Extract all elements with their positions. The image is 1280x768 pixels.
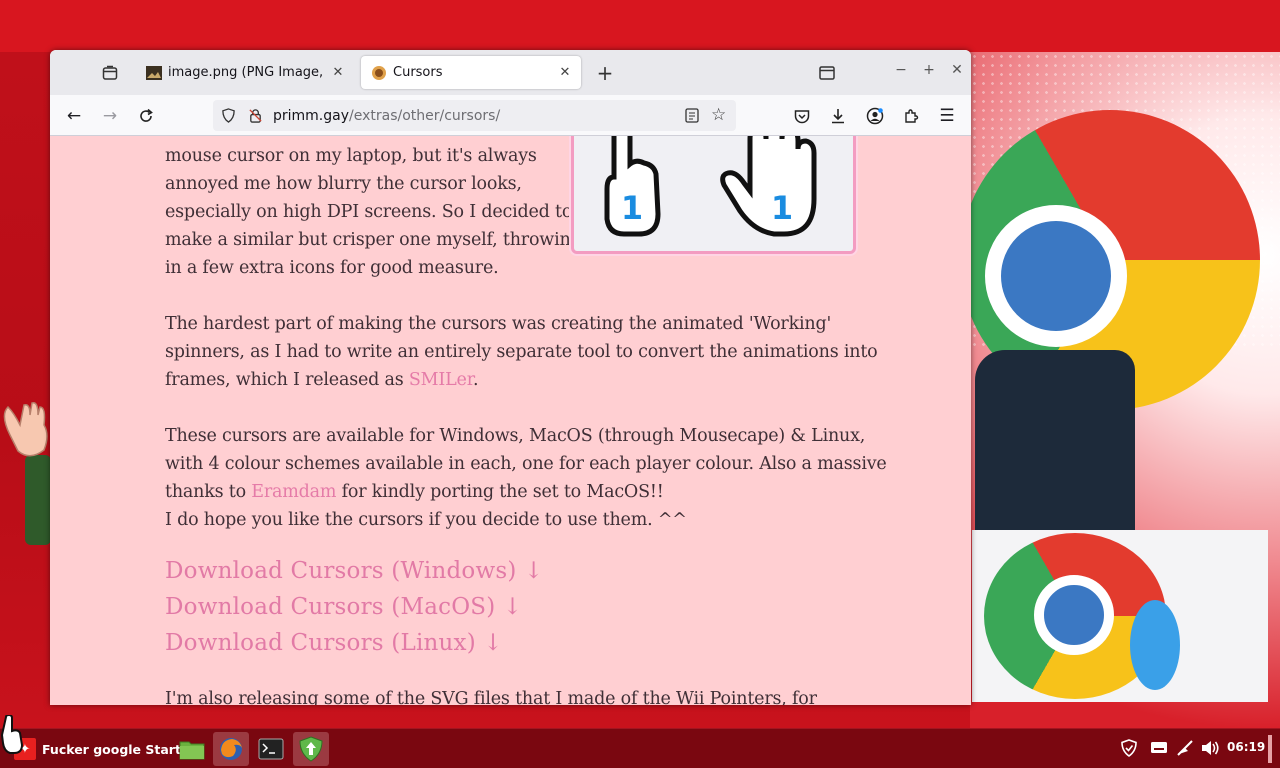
open-hand-cursor-icon: 1 <box>720 136 817 237</box>
intro-paragraph: mouse cursor on my laptop, but it's alwa… <box>165 142 582 282</box>
downloads-icon[interactable] <box>826 104 850 128</box>
download-windows-link[interactable]: Download Cursors (Windows) ↓ <box>165 558 544 584</box>
download-macos-link[interactable]: Download Cursors (MacOS) ↓ <box>165 594 522 620</box>
pocket-icon[interactable] <box>790 104 814 128</box>
extensions-icon[interactable] <box>899 104 923 128</box>
close-window-icon[interactable]: ✕ <box>948 62 966 78</box>
maximize-icon[interactable]: + <box>920 62 938 78</box>
url-host: primm.gay <box>273 107 350 124</box>
volume-icon[interactable] <box>1200 739 1220 761</box>
taskbar-firefox[interactable] <box>213 732 249 766</box>
network-tray-icon[interactable] <box>1176 739 1194 761</box>
paragraph-line: with 4 colour schemes available in each,… <box>165 454 887 474</box>
text-segment: thanks to <box>165 482 252 502</box>
image-favicon-icon <box>146 65 162 80</box>
intro-line: in a few extra icons for good measure. <box>165 258 499 278</box>
update-shield-icon <box>299 736 323 762</box>
navigation-toolbar: ← → primm.gay/extras/other/cursors/ ☆ ☰ <box>50 95 971 136</box>
text-segment: . <box>472 370 479 390</box>
cursors-favicon-icon <box>372 65 386 80</box>
wallpaper-figure-body <box>975 350 1135 530</box>
wallpaper-top-band <box>0 0 1280 52</box>
paragraph-line: The hardest part of making the cursors w… <box>165 314 832 334</box>
firefox-view-icon[interactable] <box>99 62 121 84</box>
tab-title: Cursors <box>393 65 443 80</box>
paragraph-line: spinners, as I had to write an entirely … <box>165 342 878 362</box>
mouse-pointer-icon <box>0 715 24 754</box>
tab-image-png[interactable]: image.png (PNG Image, 102 ✕ <box>136 56 354 89</box>
download-linux-link[interactable]: Download Cursors (Linux) ↓ <box>165 630 503 656</box>
pointing-hand-cursor-icon: 1 <box>604 136 661 237</box>
minimize-icon[interactable]: − <box>892 62 910 78</box>
paragraph-line: frames, which I released as SMILer. <box>165 366 877 394</box>
text-segment: for kindly porting the set to MacOS!! <box>336 482 664 502</box>
url-bar[interactable]: primm.gay/extras/other/cursors/ ☆ <box>213 100 736 131</box>
start-button[interactable]: ✦ Fucker google Start <box>14 733 181 765</box>
taskbar-update-manager[interactable] <box>293 732 329 766</box>
shield-icon[interactable] <box>221 108 236 123</box>
availability-paragraph: These cursors are available for Windows,… <box>165 422 887 534</box>
security-tray-icon[interactable] <box>1120 739 1138 761</box>
folder-icon <box>179 741 205 760</box>
show-desktop-button[interactable] <box>1268 735 1272 763</box>
wii-hand-cursors-icon: 1 1 <box>604 136 817 237</box>
eramdam-link[interactable]: Eramdam <box>251 482 336 502</box>
tab-title: image.png (PNG Image, 102 <box>168 65 328 80</box>
wallpaper-hand-icon <box>3 402 48 457</box>
account-icon[interactable] <box>863 104 887 128</box>
new-tab-icon[interactable]: + <box>594 61 616 85</box>
keyboard-tray-icon[interactable] <box>1150 739 1168 759</box>
intro-line: mouse cursor on my laptop, but it's alwa… <box>165 146 537 166</box>
url-path: /extras/other/cursors/ <box>349 107 501 124</box>
browser-window: image.png (PNG Image, 102 ✕ Cursors ✕ + … <box>50 50 971 705</box>
wallpaper-figure-sleeve <box>25 455 51 545</box>
paragraph-line: I do hope you like the cursors if you de… <box>165 510 687 530</box>
player-number: 1 <box>621 189 643 227</box>
wallpaper-blue-shape <box>1130 600 1180 690</box>
clock[interactable]: 06:19 <box>1227 740 1265 754</box>
tab-close-icon[interactable]: ✕ <box>328 65 348 80</box>
svg-paragraph: I'm also releasing some of the SVG files… <box>165 689 817 705</box>
list-all-tabs-icon[interactable] <box>816 62 838 84</box>
taskbar: ✦ Fucker google Start 06:19 <box>0 728 1280 768</box>
smiler-link[interactable]: SMILer <box>409 370 473 390</box>
intro-line: annoyed me how blurry the cursor looks, <box>165 174 522 194</box>
taskbar-file-manager[interactable] <box>174 732 210 766</box>
terminal-icon <box>258 738 284 760</box>
paragraph-line: These cursors are available for Windows,… <box>165 426 866 446</box>
tab-strip: image.png (PNG Image, 102 ✕ Cursors ✕ + … <box>50 50 971 95</box>
tab-close-icon[interactable]: ✕ <box>555 65 575 80</box>
menu-icon[interactable]: ☰ <box>935 104 959 128</box>
reload-icon[interactable] <box>134 104 158 128</box>
firefox-icon <box>220 738 242 760</box>
intro-line: especially on high DPI screens. So I dec… <box>165 202 573 222</box>
spinners-paragraph: The hardest part of making the cursors w… <box>165 310 878 394</box>
reader-view-icon[interactable] <box>685 108 699 123</box>
start-label: Fucker google Start <box>42 741 181 757</box>
text-segment: frames, which I released as <box>165 370 409 390</box>
player-number: 1 <box>771 189 793 227</box>
cursor-preview-image: 1 1 <box>571 136 856 254</box>
back-icon[interactable]: ← <box>62 104 86 128</box>
forward-icon[interactable]: → <box>98 104 122 128</box>
web-page-content: mouse cursor on my laptop, but it's alwa… <box>50 136 971 705</box>
taskbar-terminal[interactable] <box>253 732 289 766</box>
paragraph-line: thanks to Eramdam for kindly porting the… <box>165 478 887 506</box>
tab-cursors[interactable]: Cursors ✕ <box>361 56 581 89</box>
bookmark-star-icon[interactable]: ☆ <box>711 105 726 125</box>
lock-icon[interactable] <box>248 108 263 123</box>
intro-line: make a similar but crisper one myself, t… <box>165 230 582 250</box>
